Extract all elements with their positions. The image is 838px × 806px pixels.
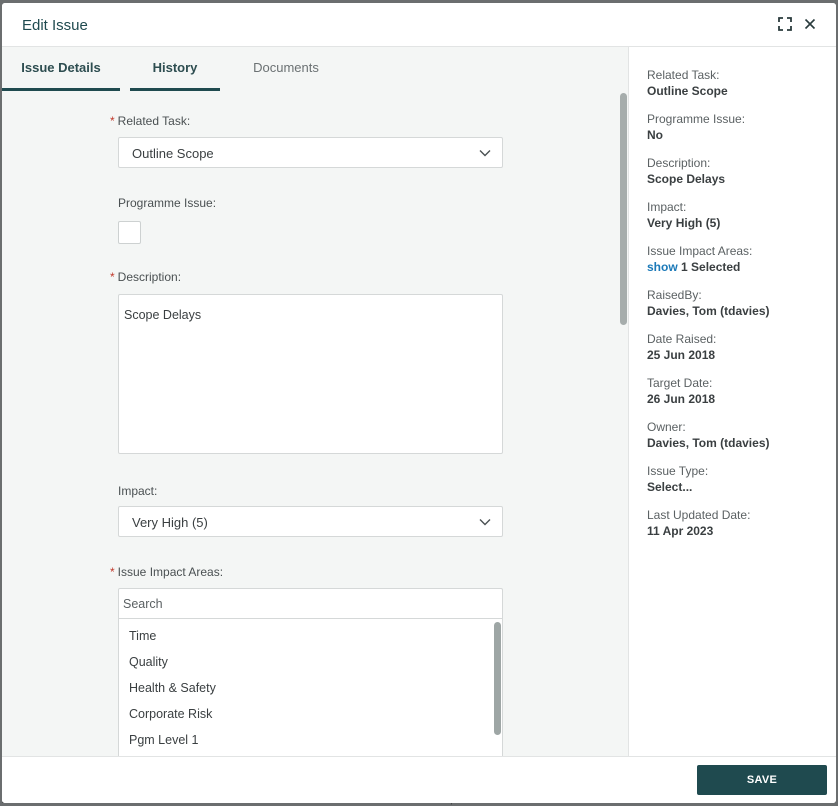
summary-target-date: Target Date: 26 Jun 2018 <box>647 376 715 407</box>
summary-value: 25 Jun 2018 <box>647 348 716 362</box>
summary-value: show 1 Selected <box>647 259 752 275</box>
list-scrollbar[interactable] <box>494 622 501 735</box>
summary-label: Related Task: <box>647 68 720 82</box>
list-item[interactable]: Quality <box>129 655 168 669</box>
list-item[interactable]: Corporate Risk <box>129 707 212 721</box>
dialog-footer: SAVE <box>2 756 836 803</box>
summary-value: Davies, Tom (tdavies) <box>647 304 770 318</box>
required-marker: * <box>110 565 115 579</box>
list-item[interactable]: Pgm Level 1 <box>129 733 198 747</box>
chevron-down-icon <box>479 519 491 526</box>
impact-areas-search-input[interactable] <box>119 589 502 618</box>
save-button[interactable]: SAVE <box>697 765 827 795</box>
list-item[interactable]: Health & Safety <box>129 681 216 695</box>
summary-label: Issue Impact Areas: <box>647 244 753 258</box>
summary-value: 26 Jun 2018 <box>647 392 716 406</box>
summary-date-raised: Date Raised: 25 Jun 2018 <box>647 332 716 363</box>
form-scrollbar[interactable] <box>620 93 627 325</box>
summary-impact-areas: Issue Impact Areas: show 1 Selected <box>647 244 752 275</box>
dialog-title: Edit Issue <box>22 17 88 34</box>
summary-panel: Related Task: Outline Scope Programme Is… <box>628 47 836 756</box>
impact-areas-search[interactable] <box>118 588 503 618</box>
summary-last-updated: Last Updated Date: 11 Apr 2023 <box>647 508 750 539</box>
summary-label: Target Date: <box>647 376 713 390</box>
summary-value: Davies, Tom (tdavies) <box>647 436 770 450</box>
related-task-label: * Related Task: <box>110 114 191 128</box>
related-task-select[interactable]: Outline Scope <box>118 137 503 168</box>
programme-issue-checkbox[interactable] <box>118 221 141 244</box>
summary-label: Programme Issue: <box>647 112 746 126</box>
show-impact-areas-link[interactable]: show <box>647 260 678 274</box>
tab-bar: Issue Details History Documents <box>2 47 628 91</box>
summary-label: Owner: <box>647 420 686 434</box>
summary-description: Description: Scope Delays <box>647 156 725 187</box>
expand-icon[interactable] <box>776 15 794 33</box>
impact-select[interactable]: Very High (5) <box>118 506 503 537</box>
summary-programme-issue: Programme Issue: No <box>647 112 745 143</box>
summary-owner: Owner: Davies, Tom (tdavies) <box>647 420 769 451</box>
summary-label: Date Raised: <box>647 332 717 346</box>
tab-documents[interactable]: Documents <box>240 47 332 89</box>
impact-value: Very High (5) <box>132 515 208 530</box>
summary-value: 11 Apr 2023 <box>647 524 714 538</box>
summary-related-task: Related Task: Outline Scope <box>647 68 728 99</box>
summary-label: Impact: <box>647 200 687 214</box>
impact-areas-label: * Issue Impact Areas: <box>110 565 224 579</box>
summary-label: Last Updated Date: <box>647 508 751 522</box>
tab-issue-details[interactable]: Issue Details <box>2 47 120 91</box>
summary-impact: Impact: Very High (5) <box>647 200 720 231</box>
tab-history[interactable]: History <box>130 47 220 91</box>
programme-issue-label: Programme Issue: <box>118 196 217 210</box>
summary-label: RaisedBy: <box>647 288 702 302</box>
close-icon[interactable] <box>801 15 819 33</box>
summary-label: Description: <box>647 156 711 170</box>
impact-areas-count: 1 Selected <box>681 260 741 274</box>
impact-label: Impact: <box>118 484 158 498</box>
description-textarea[interactable]: Scope Delays <box>118 294 503 454</box>
issue-form-panel: Issue Details History Documents * Related… <box>2 47 628 756</box>
related-task-value: Outline Scope <box>132 146 214 161</box>
summary-label: Issue Type: <box>647 464 709 478</box>
summary-value: Outline Scope <box>647 84 728 98</box>
summary-raised-by: RaisedBy: Davies, Tom (tdavies) <box>647 288 769 319</box>
description-label: * Description: <box>110 270 182 284</box>
list-item[interactable]: Time <box>129 629 156 643</box>
required-marker: * <box>110 114 115 128</box>
dialog-header: Edit Issue <box>2 3 836 47</box>
summary-issue-type: Issue Type: Select... <box>647 464 708 495</box>
summary-value: Very High (5) <box>647 216 721 230</box>
summary-value: Select... <box>647 480 693 494</box>
summary-value: Scope Delays <box>647 172 726 186</box>
summary-value: No <box>647 128 663 142</box>
edit-issue-dialog: Edit Issue Issue Details History Documen… <box>2 3 836 803</box>
impact-areas-list: Time Quality Health & Safety Corporate R… <box>118 618 503 756</box>
chevron-down-icon <box>479 150 491 157</box>
required-marker: * <box>110 270 115 284</box>
